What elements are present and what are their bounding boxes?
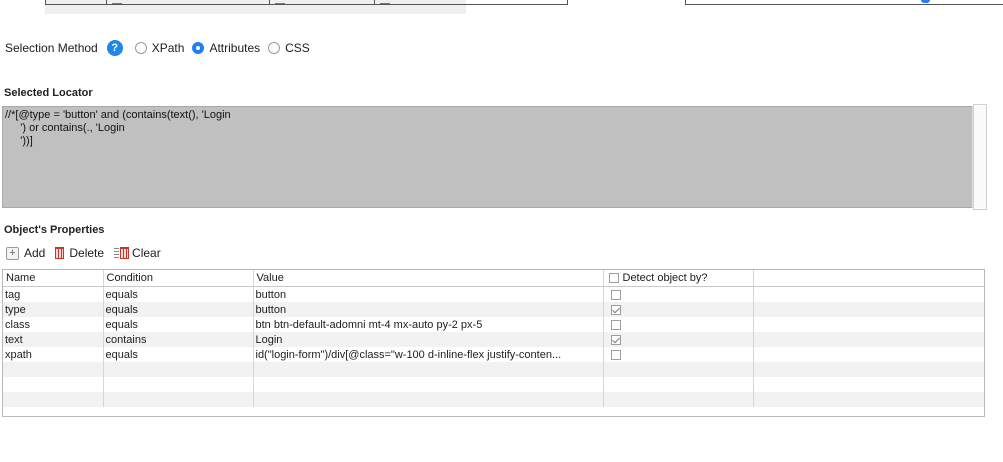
cell-detect — [603, 286, 754, 302]
cell-value[interactable]: Login — [253, 332, 604, 347]
cell-condition[interactable]: equals — [103, 286, 254, 302]
table-row[interactable]: type equals button — [3, 302, 984, 317]
top-toolbar-remnant — [0, 0, 1003, 16]
cell-value[interactable]: button — [253, 286, 604, 302]
selected-locator-value[interactable]: //*[@type = 'button' and (contains(text(… — [3, 107, 972, 150]
cell-detect — [603, 317, 754, 332]
cell-name[interactable]: text — [3, 332, 104, 347]
clear-icon — [114, 247, 130, 259]
clear-button-label: Clear — [132, 246, 161, 260]
top-field-1 — [45, 0, 107, 5]
column-header-condition[interactable]: Condition — [103, 270, 254, 287]
locator-scrollbar[interactable] — [972, 104, 987, 210]
detect-checkbox[interactable] — [610, 334, 621, 345]
table-row-empty — [3, 362, 984, 377]
cell-value[interactable]: btn btn-default-adomni mt-4 mx-auto py-2… — [253, 317, 604, 332]
radio-attributes-label: Attributes — [209, 41, 261, 55]
table-row[interactable]: class equals btn btn-default-adomni mt-4… — [3, 317, 984, 332]
cell-detect — [603, 302, 754, 317]
cell-condition[interactable]: contains — [103, 332, 254, 347]
delete-button[interactable]: Delete — [55, 246, 104, 260]
cell-detect — [603, 332, 754, 347]
cell-empty — [753, 332, 984, 347]
table-row[interactable]: text contains Login — [3, 332, 984, 347]
selection-method-label: Selection Method — [5, 41, 98, 55]
radio-attributes[interactable]: Attributes — [192, 41, 260, 55]
column-header-detect-label: Detect object by? — [622, 272, 708, 284]
locator-scrollbar-thumb[interactable] — [973, 104, 987, 210]
selected-locator-title: Selected Locator — [4, 87, 93, 99]
cell-name[interactable]: tag — [3, 286, 104, 302]
cell-empty — [753, 302, 984, 317]
cell-empty — [753, 347, 984, 362]
column-header-name[interactable]: Name — [3, 270, 104, 287]
cell-name[interactable]: xpath — [3, 347, 104, 362]
properties-toolbar: + Add Delete Clear — [6, 245, 171, 261]
trash-icon — [55, 247, 65, 259]
clear-button[interactable]: Clear — [114, 246, 161, 260]
radio-css-circle[interactable] — [268, 42, 281, 54]
detect-checkbox[interactable] — [610, 304, 621, 315]
table-row-empty — [3, 377, 984, 392]
radio-xpath-label: XPath — [151, 41, 185, 55]
top-right-field[interactable] — [685, 0, 1003, 5]
detect-checkbox[interactable] — [610, 319, 621, 330]
top-field-2 — [106, 0, 270, 5]
cell-empty — [753, 287, 984, 303]
delete-button-label: Delete — [69, 246, 105, 260]
help-icon[interactable]: ? — [106, 40, 123, 56]
radio-attributes-circle[interactable] — [192, 42, 205, 54]
cell-empty — [753, 317, 984, 332]
cell-value[interactable]: id("login-form")/div[@class="w-100 d-inl… — [253, 347, 604, 362]
cell-condition[interactable]: equals — [103, 317, 254, 332]
cell-condition[interactable]: equals — [103, 302, 254, 317]
properties-table: Name Condition Value Detect object by? t… — [2, 269, 985, 417]
detect-checkbox[interactable] — [610, 289, 621, 300]
plus-icon: + — [6, 246, 19, 260]
add-button[interactable]: + Add — [6, 246, 45, 260]
cell-name[interactable]: class — [3, 317, 104, 332]
column-header-detect[interactable]: Detect object by? — [603, 270, 754, 287]
add-button-label: Add — [24, 246, 46, 260]
cell-condition[interactable]: equals — [103, 347, 254, 362]
detect-all-checkbox[interactable] — [608, 273, 619, 284]
radio-css[interactable]: CSS — [268, 41, 310, 55]
cell-detect — [603, 347, 754, 362]
top-mark — [112, 0, 122, 4]
radio-xpath[interactable]: XPath — [134, 41, 185, 55]
radio-xpath-circle[interactable] — [134, 42, 147, 54]
selection-method-row: Selection Method ? XPath Attributes CSS — [5, 40, 318, 56]
top-field-4 — [374, 0, 568, 5]
cell-name[interactable]: type — [3, 302, 104, 317]
table-row-empty — [3, 392, 984, 407]
detect-checkbox[interactable] — [610, 349, 621, 360]
column-header-value[interactable]: Value — [253, 270, 604, 287]
object-properties-title: Object's Properties — [4, 224, 105, 236]
selected-locator-textarea[interactable]: //*[@type = 'button' and (contains(text(… — [2, 106, 973, 208]
table-row[interactable]: tag equals button — [3, 286, 984, 303]
table-header-row: Name Condition Value Detect object by? — [3, 270, 984, 287]
top-mark — [275, 0, 285, 4]
top-mark — [380, 0, 390, 4]
cell-value[interactable]: button — [253, 302, 604, 317]
radio-css-label: CSS — [285, 41, 310, 55]
table-row[interactable]: xpath equals id("login-form")/div[@class… — [3, 347, 984, 362]
column-header-empty — [753, 270, 984, 287]
